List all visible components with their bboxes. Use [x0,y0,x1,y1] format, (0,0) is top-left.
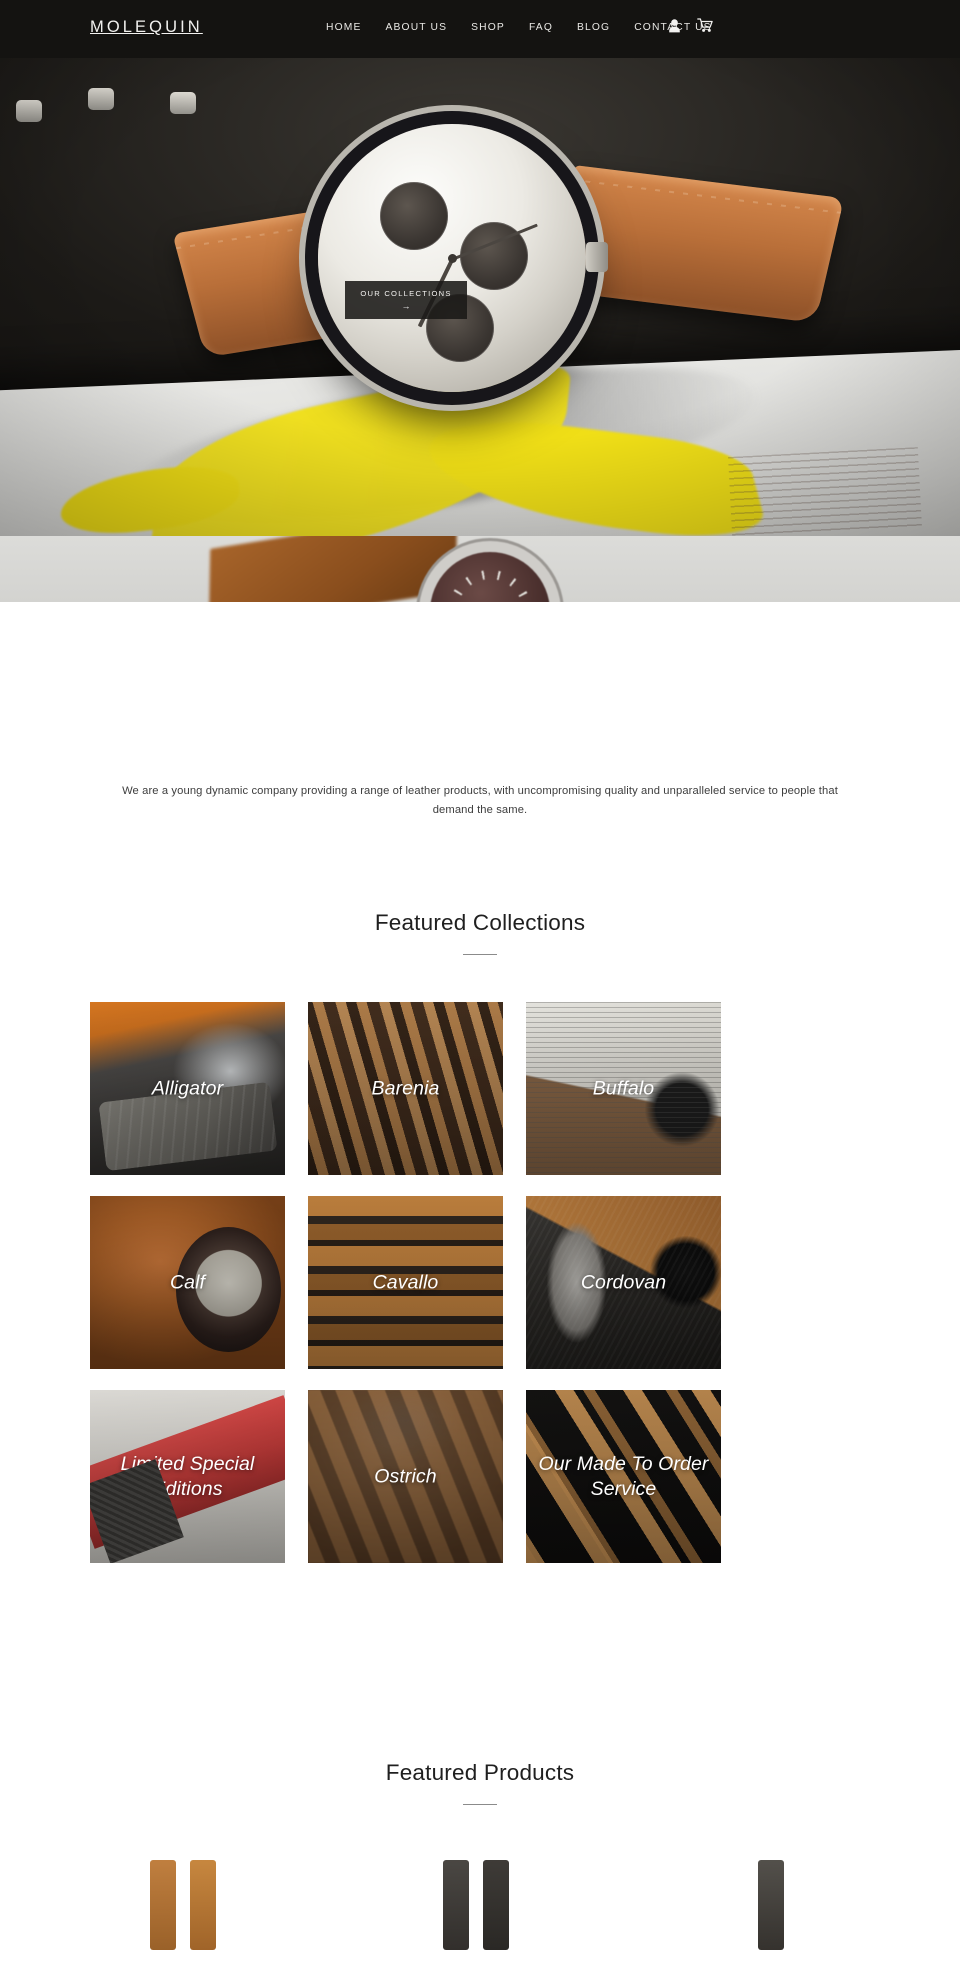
site-logo[interactable]: MOLEQUIN [90,17,203,37]
collection-label: Calf [169,1271,206,1293]
collection-tile-cordovan[interactable]: Cordovan [526,1196,721,1369]
collection-tile-cavallo[interactable]: Cavallo [308,1196,503,1369]
product-image-1b [190,1860,216,1950]
cart-icon[interactable] [697,18,714,33]
product-card-1[interactable] [90,1848,285,1968]
collection-label: Ostrich [374,1465,437,1487]
header-icon-group [668,18,714,33]
collection-label: Our Made To Order Service [538,1452,709,1500]
collection-tile-alligator[interactable]: Alligator [90,1002,285,1175]
featured-products-heading-block: Featured Products [0,1758,960,1810]
our-collections-button-label: OUR COLLECTIONS [360,288,452,298]
collection-label: Alligator [151,1077,224,1099]
nav-item-faq[interactable]: FAQ [517,21,565,35]
collection-tile-ostrich[interactable]: Ostrich [308,1390,503,1563]
nav-item-shop[interactable]: SHOP [459,21,517,35]
featured-collections-grid: Alligator Barenia Buffalo Calf Cavallo C… [90,1002,870,1563]
product-image-2a [443,1860,469,1950]
nav-item-blog[interactable]: BLOG [565,21,622,35]
featured-collections-heading-block: Featured Collections [0,908,960,960]
featured-products-title: Featured Products [385,1760,575,1785]
collection-tile-buffalo[interactable]: Buffalo [526,1002,721,1175]
intro-section: We are a young dynamic company providing… [0,782,960,819]
product-image-1a [150,1860,176,1950]
collection-label: Barenia [371,1077,440,1099]
heading-divider [463,954,497,955]
hero-banner: OUR COLLECTIONS → [0,0,960,602]
secondary-banner [0,536,960,602]
arrow-right-icon: → [401,300,411,311]
nav-item-home[interactable]: HOME [326,21,374,35]
nav-item-about-us[interactable]: ABOUT US [374,21,460,35]
account-icon[interactable] [668,18,681,33]
hero-photo [0,0,960,602]
featured-collections-title: Featured Collections [374,910,586,935]
banner-watch-markers [448,570,532,602]
product-card-3[interactable] [676,1848,871,1968]
collection-tile-barenia[interactable]: Barenia [308,1002,503,1175]
main-navigation: HOME ABOUT US SHOP FAQ BLOG CONTACT US [326,21,724,35]
collection-label: Cordovan [580,1271,667,1293]
collection-label: Cavallo [372,1271,439,1293]
collection-tile-limited-special-editions[interactable]: Limited Special Editions [90,1390,285,1563]
product-image-2b [483,1860,509,1950]
hero-vignette [0,0,960,602]
intro-text: We are a young dynamic company providing… [122,785,838,816]
site-header: MOLEQUIN HOME ABOUT US SHOP FAQ BLOG CON… [0,0,960,58]
product-card-2[interactable] [383,1848,578,1968]
collection-tile-calf[interactable]: Calf [90,1196,285,1369]
collection-label: Buffalo [592,1077,655,1099]
product-image-3a [758,1860,784,1950]
heading-divider [463,1804,497,1805]
banner-wood-prop [208,536,458,602]
our-collections-button[interactable]: OUR COLLECTIONS → [345,281,467,319]
collection-tile-our-made-to-order-service[interactable]: Our Made To Order Service [526,1390,721,1563]
featured-products-grid [90,1848,870,1968]
